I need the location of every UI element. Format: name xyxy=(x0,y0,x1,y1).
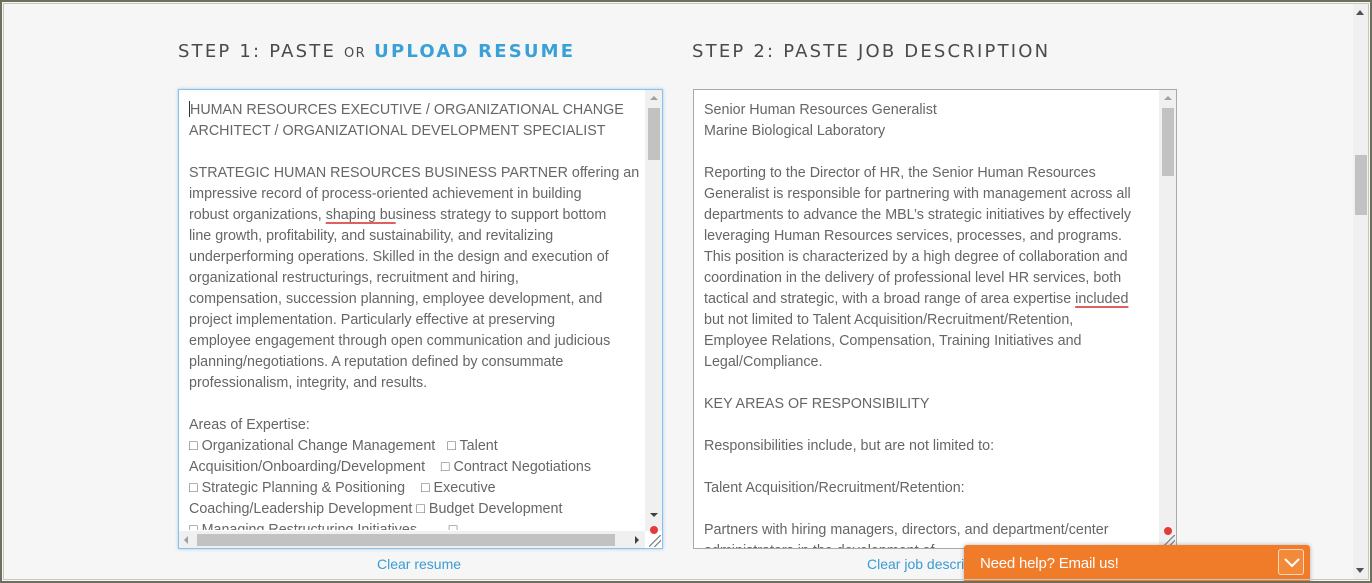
clear-resume-link[interactable]: Clear resume xyxy=(377,556,461,572)
chevron-down-icon xyxy=(1284,558,1300,568)
step2-title: STEP 2: PASTE JOB DESCRIPTION xyxy=(692,41,1051,62)
scroll-up-arrow-icon[interactable] xyxy=(650,96,658,100)
scroll-down-arrow-icon[interactable] xyxy=(650,513,658,517)
resume-textarea[interactable]: HUMAN RESOURCES EXECUTIVE / ORGANIZATION… xyxy=(178,89,663,549)
help-email-bar[interactable]: Need help? Email us! xyxy=(964,545,1310,583)
step1-prefix: STEP 1: PASTE xyxy=(178,41,337,62)
scroll-down-arrow-icon[interactable] xyxy=(1356,568,1364,573)
job-vertical-scrollbar[interactable] xyxy=(1159,90,1176,548)
scroll-right-arrow-icon[interactable] xyxy=(635,536,639,544)
step1-title: STEP 1: PASTE OR UPLOAD RESUME xyxy=(178,41,575,62)
scroll-up-arrow-icon[interactable] xyxy=(1356,10,1364,15)
resume-vscroll-thumb[interactable] xyxy=(648,108,660,160)
resume-vertical-scrollbar[interactable] xyxy=(645,90,662,531)
resume-hscroll-thumb[interactable] xyxy=(197,534,615,546)
grammar-indicator-icon[interactable] xyxy=(1164,527,1172,535)
resume-text-rest: siness strategy to support bottom line g… xyxy=(189,207,611,530)
upload-resume-link[interactable]: UPLOAD RESUME xyxy=(374,41,575,62)
grammar-indicator-icon[interactable] xyxy=(650,526,658,534)
resume-horizontal-scrollbar[interactable] xyxy=(179,531,645,548)
job-vscroll-thumb[interactable] xyxy=(1162,108,1174,176)
resume-text-head: HUMAN RESOURCES EXECUTIVE / ORGANIZATION… xyxy=(189,102,640,223)
page-scroll-thumb[interactable] xyxy=(1355,155,1367,215)
help-label: Need help? Email us! xyxy=(980,555,1119,572)
resize-grip-icon[interactable] xyxy=(649,535,661,547)
resume-text[interactable]: HUMAN RESOURCES EXECUTIVE / ORGANIZATION… xyxy=(189,100,642,530)
help-toggle-button[interactable] xyxy=(1278,549,1304,575)
step1-or: OR xyxy=(343,46,367,61)
job-text-after: but not limited to Talent Acquisition/Re… xyxy=(704,312,1109,548)
scroll-left-arrow-icon[interactable] xyxy=(184,536,188,544)
scroll-up-arrow-icon[interactable] xyxy=(1164,96,1172,100)
spellcheck-error[interactable]: shaping bu xyxy=(326,207,396,223)
spellcheck-error[interactable]: included xyxy=(1075,291,1128,307)
job-text-before: Senior Human Resources Generalist Marine… xyxy=(704,102,1132,307)
job-description-text[interactable]: Senior Human Resources Generalist Marine… xyxy=(704,100,1156,548)
page-scrollbar[interactable] xyxy=(1353,4,1368,579)
job-description-textarea[interactable]: Senior Human Resources Generalist Marine… xyxy=(693,89,1177,549)
